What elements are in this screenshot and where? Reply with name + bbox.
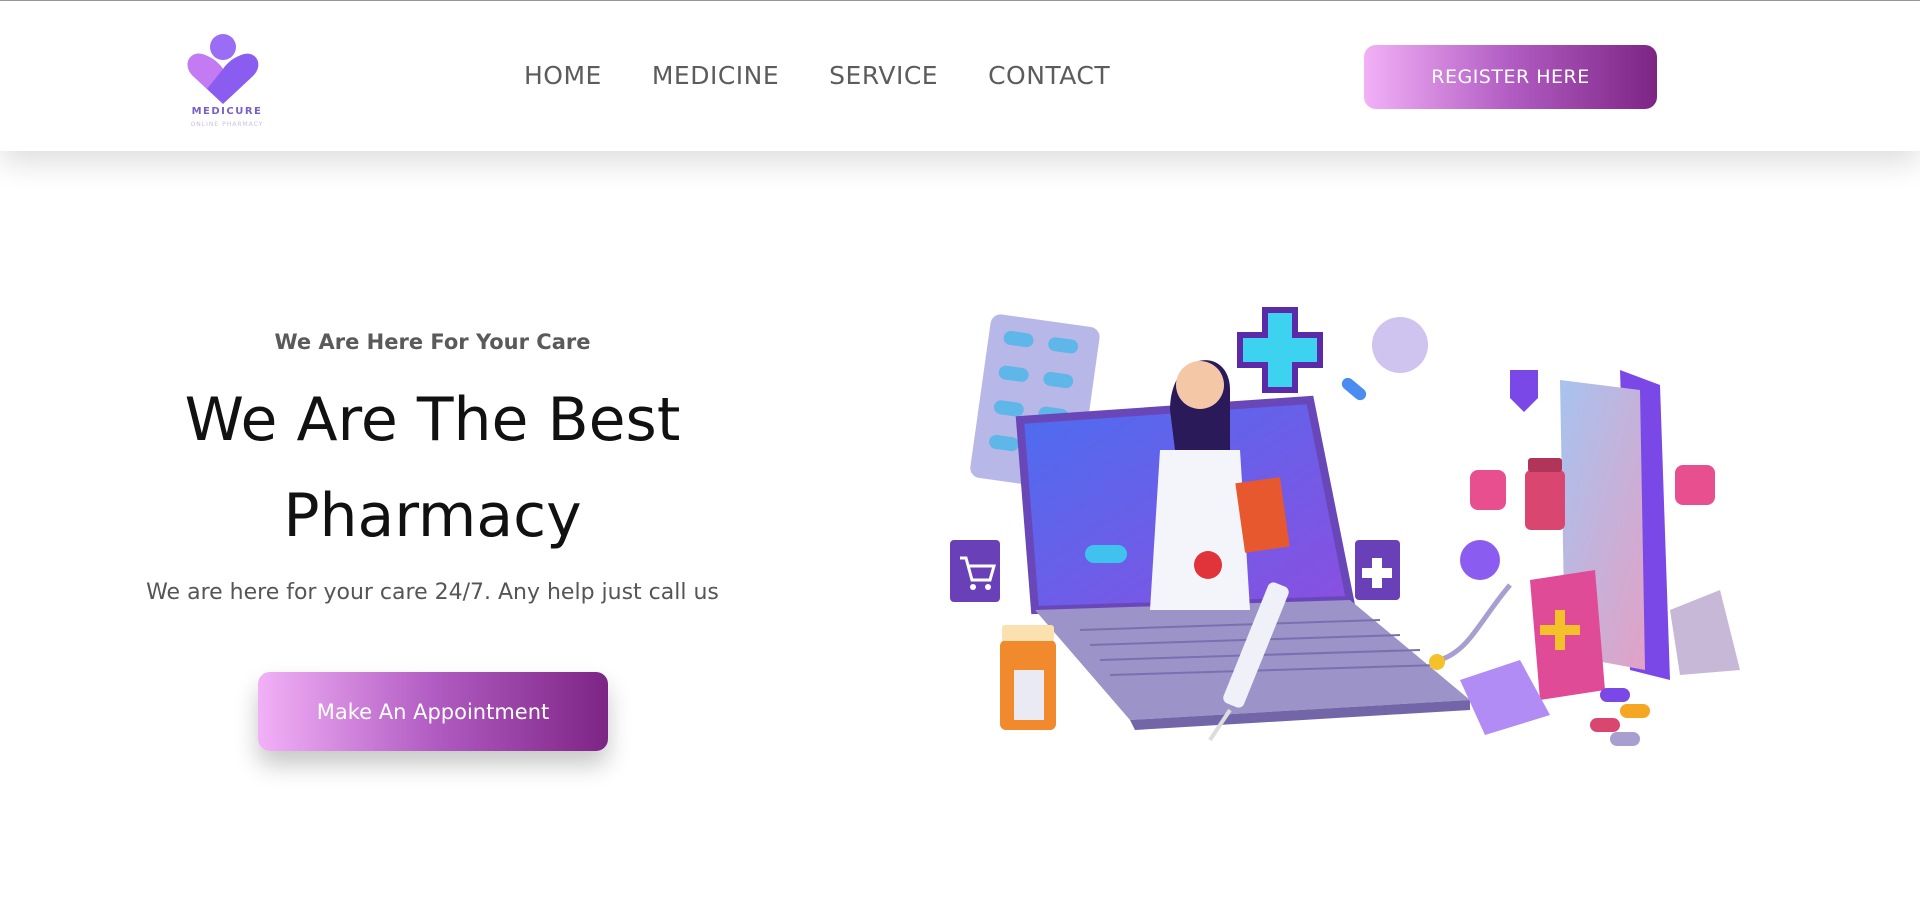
plus-tile-icon (1355, 540, 1400, 600)
hero-title: We Are The Best Pharmacy (120, 372, 745, 564)
main-nav: HOME MEDICINE SERVICE CONTACT (524, 61, 1110, 90)
brand-logo[interactable]: MEDICURE ONLINE PHARMACY (185, 31, 269, 135)
heart-person-icon (187, 34, 259, 104)
shopping-cart-icon (950, 540, 1000, 602)
pharmacy-illustration (950, 307, 1740, 746)
prescription-icon (1460, 660, 1550, 735)
brand-name: MEDICURE (191, 106, 263, 117)
globe-icon (1372, 317, 1428, 373)
hero-title-line1: We Are The Best (184, 385, 681, 455)
brand-subtitle: ONLINE PHARMACY (190, 121, 264, 128)
register-button[interactable]: REGISTER HERE (1364, 45, 1657, 109)
stethoscope-head-icon (1429, 654, 1445, 670)
nav-contact[interactable]: CONTACT (988, 61, 1110, 90)
site-header: MEDICURE ONLINE PHARMACY HOME MEDICINE S… (0, 1, 1920, 151)
chat-bubble-icon (1675, 465, 1715, 505)
capsule-icon (1341, 377, 1367, 401)
shopping-bag-icon (1530, 570, 1605, 700)
hero-title-line2: Pharmacy (283, 481, 582, 551)
hero-tagline: We Are Here For Your Care (274, 330, 591, 354)
capsule-icon (1085, 545, 1127, 563)
stethoscope-icon (1439, 583, 1512, 663)
nav-service[interactable]: SERVICE (829, 61, 938, 90)
hero-text: We Are Here For Your Care We Are The Bes… (120, 330, 745, 605)
nav-home[interactable]: HOME (524, 61, 602, 90)
medicine-jar-icon (1525, 458, 1565, 530)
chat-bubble-icon (1510, 370, 1538, 412)
medicine-bottle-icon (1000, 625, 1056, 730)
nav-medicine[interactable]: MEDICINE (652, 61, 779, 90)
medical-cross-icon (1237, 307, 1323, 393)
make-appointment-button[interactable]: Make An Appointment (258, 672, 608, 751)
hero-illustration (940, 290, 1840, 770)
capsule-pile-icon (1590, 688, 1650, 746)
hero-description: We are here for your care 24/7. Any help… (146, 580, 719, 605)
chat-bubble-icon (1470, 470, 1506, 510)
pill-icon (1460, 540, 1500, 580)
